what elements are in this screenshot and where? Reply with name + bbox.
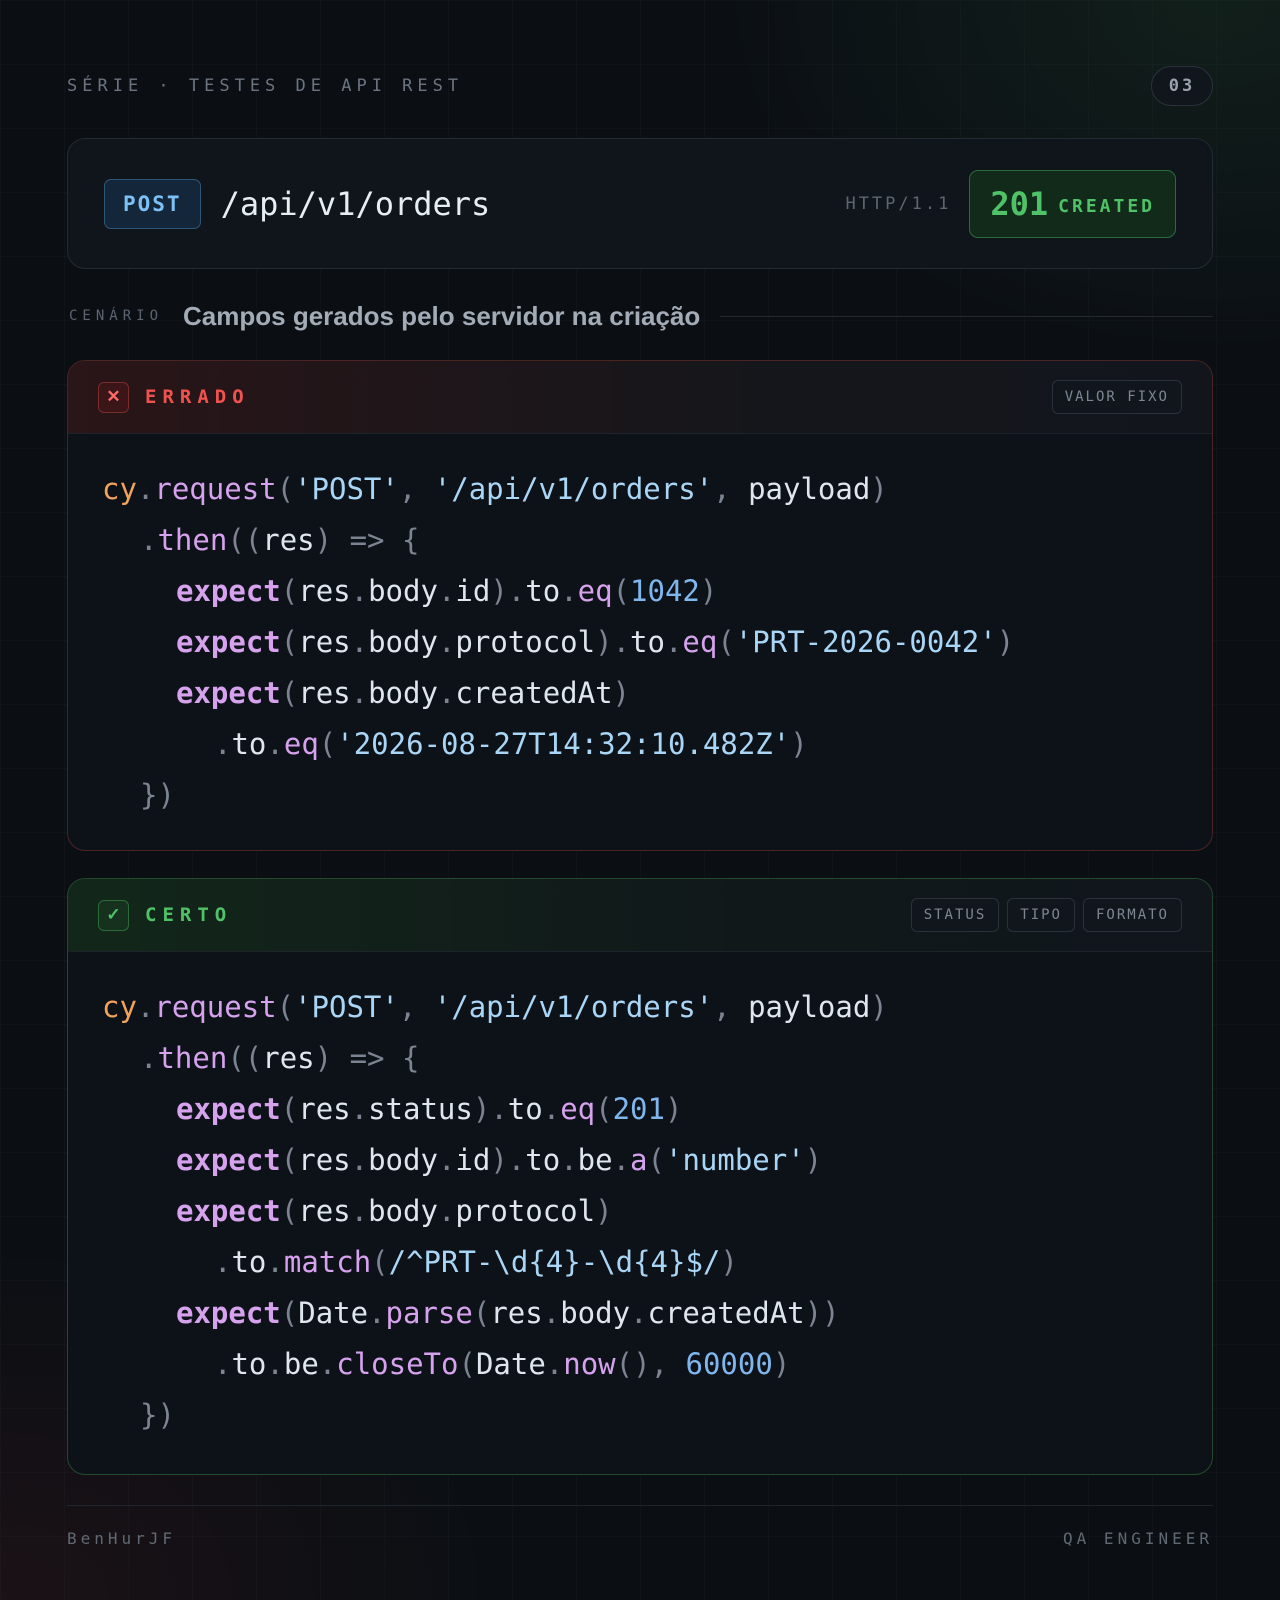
x-icon: ✕ (98, 381, 129, 413)
response-status-badge: 201 CREATED (969, 169, 1176, 238)
page-number-badge: 03 (1151, 66, 1213, 106)
protocol-label: HTTP/1.1 (845, 193, 952, 214)
check-icon: ✓ (98, 899, 129, 931)
series-title: SÉRIE · TESTES DE API REST (67, 76, 464, 96)
code-block: cy.request('POST', '/api/v1/orders', pay… (68, 952, 1212, 1441)
scenario-label: CENÁRIO (69, 308, 164, 324)
code-line: expect(res.body.id).to.eq(1042) (176, 574, 718, 608)
divider (720, 315, 1213, 317)
right-example-card: ✓ CERTO STATUS TIPO FORMATO cy.request('… (67, 878, 1213, 1475)
code-line: expect(res.body.id).to.be.a('number') (176, 1143, 823, 1177)
author-name: BenHurJF (67, 1528, 177, 1548)
tag: STATUS (910, 898, 1000, 932)
code-line: .to.be.closeTo(Date.now(), 60000) (214, 1347, 791, 1381)
code-line: }) (140, 1398, 175, 1432)
author-role: QA ENGINEER (1063, 1528, 1213, 1548)
code-line: .to.match(/^PRT-\d{4}-\d{4}$/) (214, 1245, 738, 1279)
tag-list: VALOR FIXO (1051, 380, 1182, 414)
tag-list: STATUS TIPO FORMATO (910, 898, 1182, 932)
code-line: expect(res.body.createdAt) (176, 676, 631, 710)
code-line: .then((res) => { (140, 523, 420, 557)
code-line: .then((res) => { (140, 1041, 420, 1075)
tag: VALOR FIXO (1051, 380, 1182, 414)
code-line: expect(res.body.protocol).to.eq('PRT-202… (176, 625, 1015, 659)
code-line: .to.eq('2026-08-27T14:32:10.482Z') (214, 727, 808, 761)
code-line: }) (140, 778, 175, 812)
footer-divider (67, 1505, 1213, 1506)
scenario-title: Campos gerados pelo servidor na criação (183, 300, 701, 331)
card-header: ✕ ERRADO VALOR FIXO (68, 361, 1212, 434)
footer: BenHurJF QA ENGINEER (67, 1522, 1213, 1554)
tag: TIPO (1007, 898, 1075, 932)
code-line: expect(Date.parse(res.body.createdAt)) (176, 1296, 840, 1330)
code-line: expect(res.body.protocol) (176, 1194, 613, 1228)
card-header: ✓ CERTO STATUS TIPO FORMATO (68, 879, 1212, 952)
request-summary-card: POST /api/v1/orders HTTP/1.1 201 CREATED (67, 138, 1213, 269)
code-line: cy.request('POST', '/api/v1/orders', pay… (102, 472, 888, 506)
status-code: 201 (990, 184, 1049, 223)
code-block: cy.request('POST', '/api/v1/orders', pay… (68, 434, 1212, 821)
verdict-label: CERTO (145, 904, 233, 926)
endpoint-path: /api/v1/orders (220, 184, 491, 223)
code-line: expect(res.status).to.eq(201) (176, 1092, 683, 1126)
scenario-row: CENÁRIO Campos gerados pelo servidor na … (69, 296, 1213, 336)
verdict-label: ERRADO (145, 386, 250, 408)
http-method-badge: POST (104, 178, 201, 229)
code-line: cy.request('POST', '/api/v1/orders', pay… (102, 990, 888, 1024)
status-text: CREATED (1058, 196, 1155, 217)
tag: FORMATO (1082, 898, 1182, 932)
top-bar: SÉRIE · TESTES DE API REST 03 (67, 66, 1213, 106)
wrong-example-card: ✕ ERRADO VALOR FIXO cy.request('POST', '… (67, 360, 1213, 851)
